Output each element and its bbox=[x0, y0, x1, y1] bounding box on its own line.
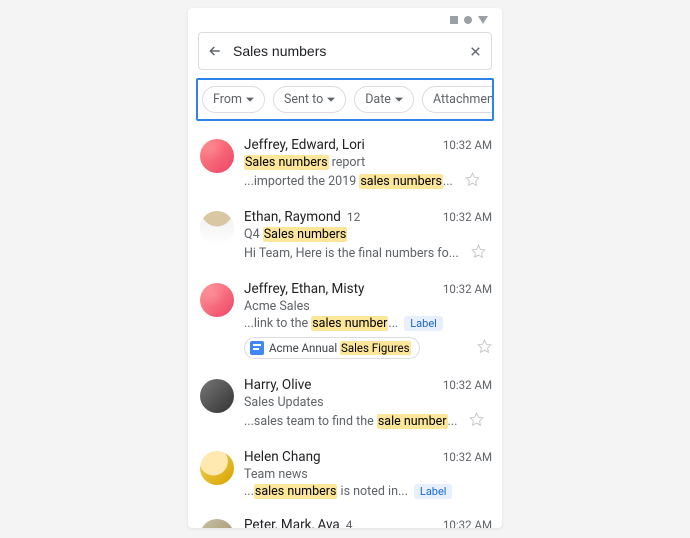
chevron-down-icon bbox=[246, 96, 254, 104]
search-bar[interactable] bbox=[198, 32, 492, 70]
filter-chip-from[interactable]: From bbox=[202, 86, 265, 113]
snippet: ...sales team to find the sale number... bbox=[244, 414, 457, 429]
sender-names: Harry, Olive bbox=[244, 377, 311, 393]
filter-chip-date[interactable]: Date bbox=[354, 86, 414, 113]
timestamp: 10:32 AM bbox=[443, 138, 492, 152]
subject: Acme Sales bbox=[244, 299, 492, 314]
star-icon[interactable] bbox=[471, 244, 486, 263]
subject: Team news bbox=[244, 467, 492, 482]
snippet: ...sales numbers is noted in... bbox=[244, 484, 408, 499]
snippet: ...link to the sales number... bbox=[244, 316, 398, 331]
avatar bbox=[200, 211, 234, 245]
chip-label: From bbox=[213, 92, 242, 107]
chevron-down-icon bbox=[327, 96, 335, 104]
timestamp: 10:32 AM bbox=[443, 210, 492, 224]
search-input[interactable] bbox=[231, 42, 460, 60]
avatar bbox=[200, 283, 234, 317]
window-control-stop-icon bbox=[450, 16, 458, 24]
email-row[interactable]: Ethan, Raymond 12 10:32 AM Q4 Sales numb… bbox=[188, 199, 502, 271]
timestamp: 10:32 AM bbox=[443, 282, 492, 296]
label-chip[interactable]: Label bbox=[404, 316, 443, 331]
snippet: ...imported the 2019 sales numbers... bbox=[244, 174, 453, 189]
subject: Sales numbers report bbox=[244, 155, 492, 170]
label-chip[interactable]: Label bbox=[414, 484, 453, 499]
chevron-down-icon bbox=[395, 96, 403, 104]
results-list: Jeffrey, Edward, Lori 10:32 AM Sales num… bbox=[188, 127, 502, 528]
avatar bbox=[200, 519, 234, 528]
star-icon[interactable] bbox=[465, 172, 480, 191]
window-control-dropdown-icon bbox=[478, 16, 488, 24]
window-controls bbox=[450, 16, 488, 24]
email-row[interactable]: Jeffrey, Ethan, Misty 10:32 AM Acme Sale… bbox=[188, 271, 502, 367]
timestamp: 10:32 AM bbox=[443, 518, 492, 528]
doc-icon bbox=[250, 341, 264, 355]
clear-search-icon[interactable] bbox=[468, 44, 483, 59]
sender-names: Ethan, Raymond bbox=[244, 209, 341, 225]
chip-label: Date bbox=[365, 92, 391, 107]
timestamp: 10:32 AM bbox=[443, 450, 492, 464]
subject: Q4 Sales numbers bbox=[244, 227, 492, 242]
sender-names: Peter, Mark, Ava bbox=[244, 517, 340, 528]
avatar bbox=[200, 451, 234, 485]
email-row[interactable]: Harry, Olive 10:32 AM Sales Updates ...s… bbox=[188, 367, 502, 439]
snippet: Hi Team, Here is the final numbers fo... bbox=[244, 246, 459, 261]
star-icon[interactable] bbox=[477, 339, 492, 358]
subject: Sales Updates bbox=[244, 395, 492, 410]
attachment-chip[interactable]: Acme Annual Sales Figures bbox=[244, 337, 420, 359]
email-row[interactable]: Jeffrey, Edward, Lori 10:32 AM Sales num… bbox=[188, 127, 502, 199]
sender-names: Jeffrey, Ethan, Misty bbox=[244, 281, 364, 297]
avatar bbox=[200, 139, 234, 173]
chip-label: Attachment bbox=[433, 92, 494, 107]
thread-count: 12 bbox=[347, 210, 361, 224]
sender-names: Helen Chang bbox=[244, 449, 321, 465]
sender-names: Jeffrey, Edward, Lori bbox=[244, 137, 365, 153]
filter-chip-sent-to[interactable]: Sent to bbox=[273, 86, 346, 113]
filter-chip-row: From Sent to Date Attachment bbox=[196, 78, 494, 121]
email-row[interactable]: Peter, Mark, Ava 4 10:32 AM bbox=[188, 507, 502, 528]
filter-chip-attachment[interactable]: Attachment bbox=[422, 86, 494, 113]
thread-count: 4 bbox=[346, 518, 353, 528]
attachment-name: Acme Annual Sales Figures bbox=[269, 341, 411, 355]
back-icon[interactable] bbox=[207, 43, 223, 59]
avatar bbox=[200, 379, 234, 413]
timestamp: 10:32 AM bbox=[443, 378, 492, 392]
email-row[interactable]: Helen Chang 10:32 AM Team news ...sales … bbox=[188, 439, 502, 507]
chip-label: Sent to bbox=[284, 92, 323, 107]
app-shell: From Sent to Date Attachment Jeffrey, Ed bbox=[188, 8, 502, 528]
window-control-record-icon bbox=[464, 16, 472, 24]
star-icon[interactable] bbox=[469, 412, 484, 431]
